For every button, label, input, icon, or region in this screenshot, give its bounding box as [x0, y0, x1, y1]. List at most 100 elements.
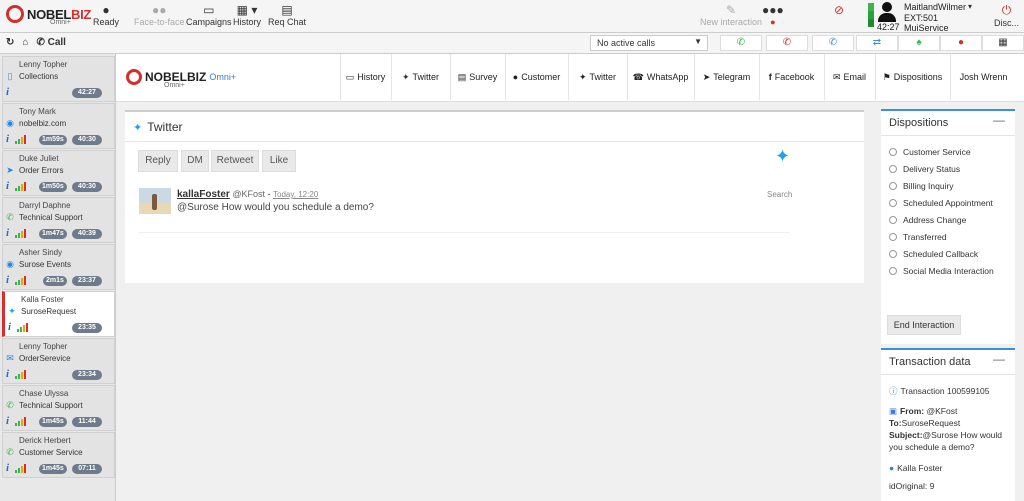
tab-survey[interactable]: ▤ Survey [450, 54, 504, 100]
tab-whatsapp[interactable]: ☎ WhatsApp [627, 54, 693, 100]
conversation-item[interactable]: Lenny Topher ✉ OrderSerevice i 23:34 [2, 338, 115, 384]
disposition-option[interactable]: Social Media Interaction [889, 266, 994, 276]
user-icon: ● [889, 463, 895, 473]
req-chat-button[interactable]: ▤ Req Chat [268, 3, 306, 27]
radio-icon[interactable] [889, 216, 897, 224]
tab-agent-name[interactable]: Josh Wrenn [950, 54, 1016, 100]
home-icon[interactable]: ⌂ [22, 37, 28, 48]
conversation-item[interactable]: Lenny Topher ▯ Collections i 42:27 [2, 56, 115, 102]
disposition-option[interactable]: Scheduled Appointment [889, 198, 993, 208]
radio-icon[interactable] [889, 182, 897, 190]
minimize-icon[interactable]: — [993, 352, 1005, 366]
transaction-contact: ● Kalla Foster [889, 463, 943, 473]
record-button[interactable]: ● [940, 35, 982, 51]
new-interaction-button[interactable]: ✎ New interaction [700, 3, 762, 27]
ready-button[interactable]: ● Ready [93, 3, 119, 27]
twitter-icon: ✦ [401, 71, 410, 82]
info-icon[interactable]: i [6, 133, 9, 145]
transfer-call-button[interactable]: ⇄ [856, 35, 898, 51]
info-icon[interactable]: i [8, 321, 11, 333]
keypad-icon: ▦ [998, 37, 1008, 48]
tab-history[interactable]: ▭ History [340, 54, 390, 100]
timer-badge: 23:37 [72, 276, 102, 286]
call-button[interactable]: ✆ Call [36, 37, 66, 48]
disposition-option[interactable]: Customer Service [889, 147, 971, 157]
search-link[interactable]: Search [767, 190, 792, 199]
user-service: MuiService [904, 23, 949, 33]
info-icon[interactable]: i [6, 227, 9, 239]
like-button[interactable]: Like [262, 150, 296, 172]
radio-icon[interactable] [889, 233, 897, 241]
email-icon: ✉ [832, 71, 841, 82]
retweet-button[interactable]: Retweet [211, 150, 259, 172]
conversation-item[interactable]: Chase Ulyssa ✆ Technical Support i 1m45s… [2, 385, 115, 431]
tab-dispositions[interactable]: ⚑ Dispositions [875, 54, 949, 100]
conversation-item[interactable]: Asher Sindy ◉ Surose Events i 2m1s 23:37 [2, 244, 115, 290]
disposition-option[interactable]: Address Change [889, 215, 966, 225]
signal-icon [15, 416, 29, 426]
minimize-icon[interactable]: — [993, 113, 1005, 127]
team-icon-button[interactable]: ●●● ● [762, 3, 784, 27]
power-icon: ⏻ [1001, 3, 1012, 17]
timer-badge: 07:11 [72, 464, 102, 474]
campaigns-button[interactable]: ▭ Campaigns [186, 3, 232, 27]
conversation-item[interactable]: Darryl Daphne ✆ Technical Support i 1m47… [2, 197, 115, 243]
user-status-box[interactable]: 42:27 MaitlandWilmer ▾ EXT:501 MuiServic… [868, 0, 978, 33]
radio-icon[interactable] [889, 165, 897, 173]
transaction-panel: Transaction data — ⓘ Transaction 100599105… [881, 348, 1015, 501]
info-icon[interactable]: i [6, 368, 9, 380]
radio-icon[interactable] [889, 267, 897, 275]
info-icon[interactable]: i [6, 180, 9, 192]
disposition-option[interactable]: Transferred [889, 232, 947, 242]
tab-customer[interactable]: ● Customer [505, 54, 567, 100]
disposition-option[interactable]: Delivery Status [889, 164, 960, 174]
globe-logo-icon [6, 5, 24, 23]
tab-twitter[interactable]: ✦ Twitter [391, 54, 449, 100]
tweet-username[interactable]: kallaFoster [177, 189, 230, 200]
conference-call-button[interactable]: ♠ [898, 35, 940, 51]
status-bars-icon [868, 3, 874, 27]
conversation-item[interactable]: Tony Mark ◉ nobelbiz.com i 1m59s 40:30 [2, 103, 115, 149]
info-icon[interactable]: i [6, 462, 9, 474]
mute-button[interactable]: ⊘ [834, 3, 844, 17]
transfer-icon: ⇄ [872, 37, 882, 48]
dm-button[interactable]: DM [181, 150, 209, 172]
disposition-option[interactable]: Billing Inquiry [889, 181, 954, 191]
disposition-option[interactable]: Scheduled Callback [889, 249, 978, 259]
tab-twitter-2[interactable]: ✦ Twitter [568, 54, 626, 100]
conversation-item[interactable]: Derick Herbert ✆ Customer Service i 1m45… [2, 432, 115, 478]
telegram-channel-icon: ➤ [6, 165, 14, 175]
conversation-item[interactable]: Duke Juliet ➤ Order Errors i 1m50s 40:30 [2, 150, 115, 196]
tab-email[interactable]: ✉ Email [824, 54, 874, 100]
transaction-title: Transaction data [889, 356, 971, 368]
end-interaction-button[interactable]: End Interaction [887, 315, 961, 335]
tab-telegram[interactable]: ➤ Telegram [694, 54, 758, 100]
keypad-button[interactable]: ▦ [982, 35, 1024, 51]
radio-icon[interactable] [889, 199, 897, 207]
hangup-call-button[interactable]: ✆ [766, 35, 808, 51]
hold-call-button[interactable]: ✆ [812, 35, 854, 51]
radio-icon[interactable] [889, 250, 897, 258]
active-calls-select[interactable]: No active calls ▼ [590, 35, 708, 51]
info-icon[interactable]: i [6, 274, 9, 286]
whatsapp-icon: ☎ [632, 71, 644, 82]
user-menu-caret-icon[interactable]: ▾ [968, 2, 972, 11]
tab-facebook[interactable]: f Facebook [759, 54, 823, 100]
answer-call-button[interactable]: ✆ [720, 35, 762, 51]
wait-badge: 1m47s [39, 229, 67, 239]
channel-header: NOBELBIZ Omni+ Omni+ ▭ History ✦ Twitter ▤… [116, 54, 1024, 102]
disconnect-button[interactable]: ⏻ Disc... [994, 3, 1019, 28]
refresh-icon[interactable]: ↻ [6, 37, 14, 48]
signal-icon [15, 463, 29, 473]
chevron-down-icon: ▼ [694, 37, 702, 46]
radio-icon[interactable] [889, 148, 897, 156]
info-icon[interactable]: i [6, 86, 9, 98]
user-extension: EXT:501 [904, 13, 939, 23]
tweet-time[interactable]: Today, 12:20 [273, 190, 318, 199]
face-to-face-button[interactable]: ●● Face-to-face [134, 3, 185, 27]
reply-button[interactable]: Reply [138, 150, 178, 172]
info-icon[interactable]: i [6, 415, 9, 427]
conversation-item-active[interactable]: Kalla Foster ✦ SuroseRequest i 23:35 [2, 291, 115, 337]
history-button[interactable]: ▦ ▾ History [233, 3, 261, 27]
person-icon: ● [102, 3, 110, 17]
